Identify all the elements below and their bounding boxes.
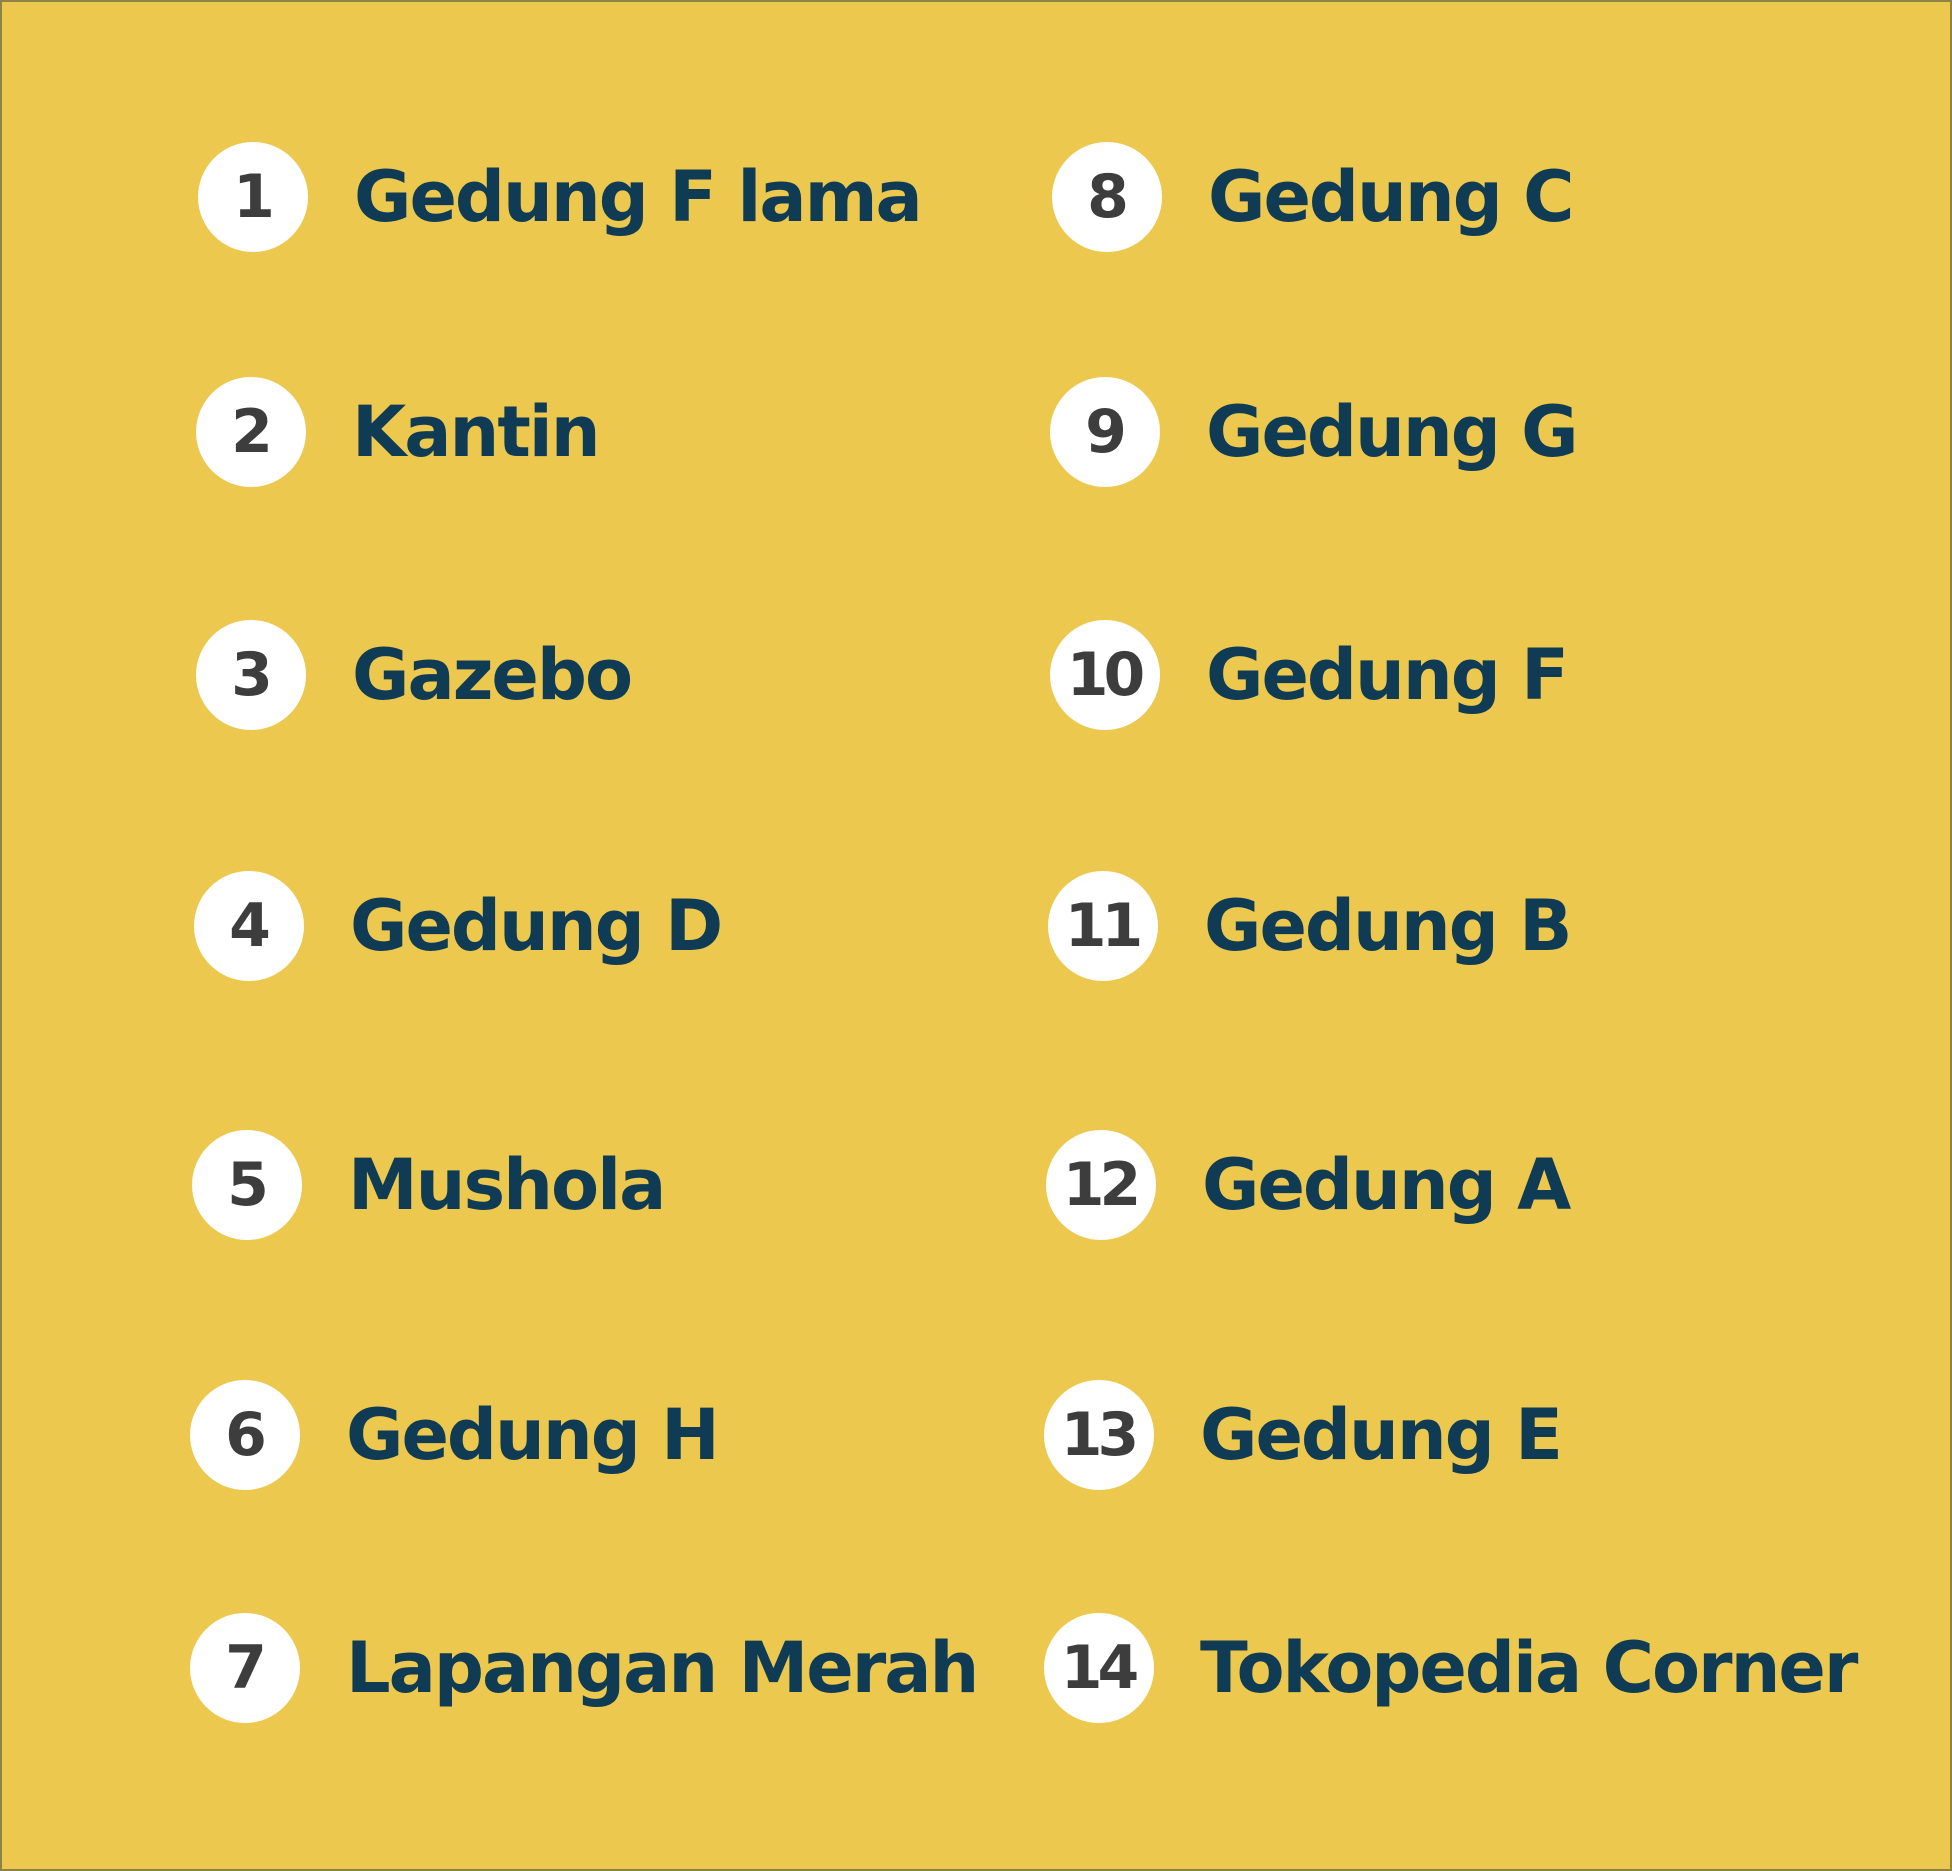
location-label: Kantin [352, 391, 601, 473]
location-label: Gedung H [346, 1394, 720, 1476]
location-label: Gazebo [352, 634, 633, 716]
number-badge: 8 [1052, 142, 1162, 252]
location-label: Gedung C [1208, 156, 1575, 238]
legend-item-9: 9 Gedung G [1050, 377, 1579, 487]
location-label: Gedung F lama [354, 156, 923, 238]
legend-item-5: 5 Mushola [192, 1130, 666, 1240]
legend-item-11: 11 Gedung B [1048, 871, 1573, 981]
number-badge: 4 [194, 871, 304, 981]
number-badge: 9 [1050, 377, 1160, 487]
legend-item-12: 12 Gedung A [1046, 1130, 1571, 1240]
number-badge: 13 [1044, 1380, 1154, 1490]
number-badge: 7 [190, 1613, 300, 1723]
location-label: Mushola [348, 1144, 666, 1226]
number-badge: 1 [198, 142, 308, 252]
legend-panel: 1 Gedung F lama 2 Kantin 3 Gazebo 4 Gedu… [0, 0, 1952, 1871]
legend-item-10: 10 Gedung F [1050, 620, 1569, 730]
number-badge: 6 [190, 1380, 300, 1490]
number-badge: 14 [1044, 1613, 1154, 1723]
legend-item-13: 13 Gedung E [1044, 1380, 1563, 1490]
location-label: Gedung A [1202, 1144, 1571, 1226]
legend-item-4: 4 Gedung D [194, 871, 723, 981]
number-badge: 12 [1046, 1130, 1156, 1240]
location-label: Lapangan Merah [346, 1627, 979, 1709]
location-label: Tokopedia Corner [1200, 1627, 1858, 1709]
location-label: Gedung G [1206, 391, 1579, 473]
location-label: Gedung B [1204, 885, 1573, 967]
legend-item-6: 6 Gedung H [190, 1380, 720, 1490]
legend-item-7: 7 Lapangan Merah [190, 1613, 979, 1723]
number-badge: 5 [192, 1130, 302, 1240]
legend-item-14: 14 Tokopedia Corner [1044, 1613, 1858, 1723]
location-label: Gedung E [1200, 1394, 1563, 1476]
legend-item-8: 8 Gedung C [1052, 142, 1575, 252]
location-label: Gedung F [1206, 634, 1569, 716]
legend-item-3: 3 Gazebo [196, 620, 633, 730]
number-badge: 3 [196, 620, 306, 730]
location-label: Gedung D [350, 885, 723, 967]
legend-item-1: 1 Gedung F lama [198, 142, 923, 252]
number-badge: 2 [196, 377, 306, 487]
legend-item-2: 2 Kantin [196, 377, 601, 487]
number-badge: 11 [1048, 871, 1158, 981]
number-badge: 10 [1050, 620, 1160, 730]
